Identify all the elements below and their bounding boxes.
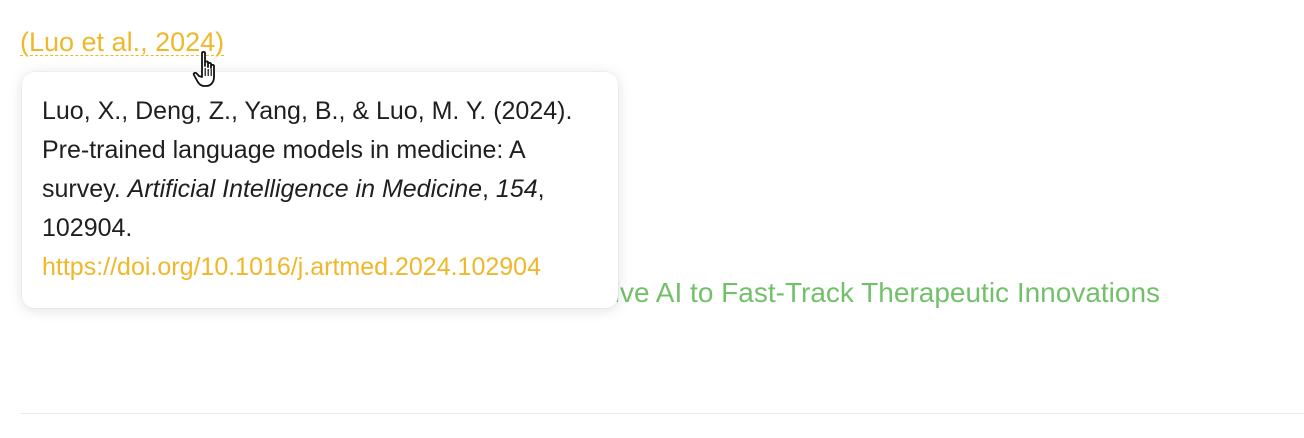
page: (Luo et al., 2024) tive AI to Fast-Track… <box>0 0 1304 438</box>
reference-journal: Artificial Intelligence in Medicine <box>127 175 483 203</box>
citation-tooltip: Luo, X., Deng, Z., Yang, B., & Luo, M. Y… <box>22 72 618 308</box>
reference-separator: , <box>482 175 496 203</box>
reference-text: Luo, X., Deng, Z., Yang, B., & Luo, M. Y… <box>42 92 602 248</box>
divider <box>20 413 1304 414</box>
hand-pointer-icon <box>192 50 215 87</box>
doi-link[interactable]: https://doi.org/10.1016/j.artmed.2024.10… <box>42 248 618 287</box>
reference-volume: 154 <box>495 175 538 203</box>
background-title-link[interactable]: tive AI to Fast-Track Therapeutic Innova… <box>606 273 1160 313</box>
